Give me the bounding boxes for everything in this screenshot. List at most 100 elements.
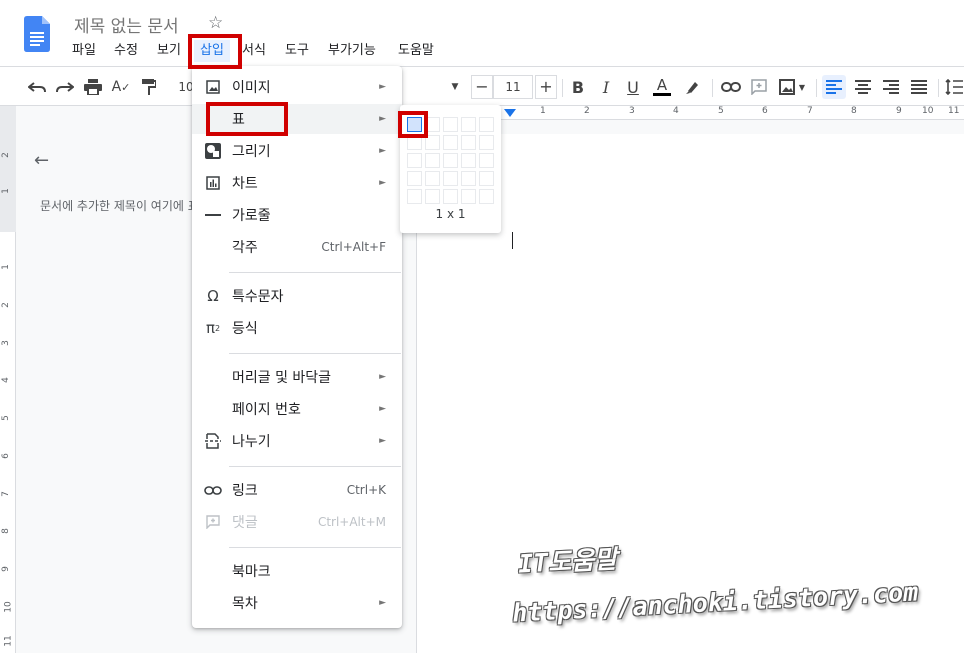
undo-icon[interactable] xyxy=(26,75,48,99)
comment-add-icon[interactable] xyxy=(748,75,770,99)
link-icon[interactable] xyxy=(720,75,742,99)
menu-item-comment[interactable]: 댓글 Ctrl+Alt+M xyxy=(192,507,402,537)
toolbar-divider xyxy=(712,79,713,97)
outline-hint-text: 문서에 추가한 제목이 여기에 표시됩니다. xyxy=(40,199,192,213)
table-grid-cell[interactable] xyxy=(461,153,476,168)
image-icon xyxy=(204,78,222,96)
paint-format-icon[interactable] xyxy=(138,75,160,99)
app-header: 제목 없는 문서 ☆ 파일 수정 보기 삽입 서식 도구 부가기능 도움말 xyxy=(0,0,964,66)
menu-item-table-of-contents[interactable]: 목차 ► xyxy=(192,588,402,618)
table-grid-cell[interactable] xyxy=(425,189,440,204)
decrease-font-size-button[interactable]: − xyxy=(471,75,493,99)
menu-addons[interactable]: 부가기능 xyxy=(322,40,382,62)
page-break-icon xyxy=(204,432,222,450)
ruler-number: 2 xyxy=(0,302,11,308)
table-grid-cell[interactable] xyxy=(443,135,458,150)
menu-view[interactable]: 보기 xyxy=(151,40,187,62)
ruler-number: 11 xyxy=(3,635,14,647)
table-grid-cell[interactable] xyxy=(461,189,476,204)
menu-item-bookmark[interactable]: 북마크 xyxy=(192,556,402,586)
menu-item-horizontal-line[interactable]: 가로줄 xyxy=(192,200,402,230)
print-icon[interactable] xyxy=(82,75,104,99)
align-justify-icon[interactable] xyxy=(908,75,930,99)
menu-item-label: 그리기 xyxy=(232,144,271,160)
ruler-number: 1 xyxy=(0,188,11,194)
table-grid-cell[interactable] xyxy=(443,153,458,168)
chart-icon xyxy=(204,174,222,192)
ruler-number: 8 xyxy=(0,528,11,534)
menu-item-table[interactable]: 표 ► xyxy=(192,104,402,134)
increase-font-size-button[interactable]: + xyxy=(535,75,557,99)
menu-item-image[interactable]: 이미지 ► xyxy=(192,72,402,102)
text-color-button[interactable]: A xyxy=(651,75,673,99)
menu-item-chart[interactable]: 차트 ► xyxy=(192,168,402,198)
table-grid-cell[interactable] xyxy=(479,153,494,168)
ruler-number: 4 xyxy=(673,106,679,116)
ruler-number: 7 xyxy=(0,491,11,497)
align-right-icon[interactable] xyxy=(880,75,902,99)
table-size-picker: 1 x 1 xyxy=(400,105,501,233)
ruler-margin-shade xyxy=(0,106,16,232)
table-grid-cell[interactable] xyxy=(461,171,476,186)
menu-item-link[interactable]: 링크 Ctrl+K xyxy=(192,475,402,505)
menu-item-break[interactable]: 나누기 ► xyxy=(192,426,402,456)
back-arrow-icon[interactable]: ← xyxy=(34,150,49,171)
vertical-ruler[interactable]: 2 1 1 2 3 4 5 6 7 8 9 10 11 xyxy=(0,106,16,653)
font-dropdown-arrow-icon[interactable]: ▼ xyxy=(448,75,462,99)
ruler-number: 7 xyxy=(807,106,813,116)
ruler-number: 6 xyxy=(0,453,11,459)
menu-item-label: 차트 xyxy=(232,176,258,192)
menu-item-footnote[interactable]: 각주 Ctrl+Alt+F xyxy=(192,232,402,262)
italic-button[interactable]: I xyxy=(596,75,616,99)
table-grid-cell[interactable] xyxy=(479,117,494,132)
ruler-number: 2 xyxy=(0,152,11,158)
ruler-number: 9 xyxy=(896,106,902,116)
star-icon[interactable]: ☆ xyxy=(208,13,223,33)
align-left-icon[interactable] xyxy=(822,75,846,99)
table-grid-cell[interactable] xyxy=(407,117,422,132)
table-grid-cell[interactable] xyxy=(407,171,422,186)
menu-insert[interactable]: 삽입 xyxy=(194,40,230,62)
menu-format[interactable]: 서식 xyxy=(236,40,272,62)
table-grid-cell[interactable] xyxy=(479,189,494,204)
menu-item-drawing[interactable]: 그리기 ► xyxy=(192,136,402,166)
table-grid-cell[interactable] xyxy=(479,171,494,186)
table-grid-cell[interactable] xyxy=(425,135,440,150)
line-spacing-icon[interactable] xyxy=(944,75,964,99)
menu-item-header-footer[interactable]: 머리글 및 바닥글 ► xyxy=(192,362,402,392)
align-center-icon[interactable] xyxy=(852,75,874,99)
insert-image-icon[interactable]: ▼ xyxy=(776,75,808,99)
table-grid-cell[interactable] xyxy=(425,153,440,168)
submenu-arrow-icon: ► xyxy=(379,404,386,414)
indent-marker-icon[interactable] xyxy=(504,109,516,117)
redo-icon[interactable] xyxy=(54,75,76,99)
table-grid-cell[interactable] xyxy=(479,135,494,150)
table-grid-cell[interactable] xyxy=(443,117,458,132)
menu-edit[interactable]: 수정 xyxy=(108,40,144,62)
bold-button[interactable]: B xyxy=(568,75,588,99)
table-grid-cell[interactable] xyxy=(407,135,422,150)
menu-tools[interactable]: 도구 xyxy=(279,40,315,62)
google-docs-logo[interactable] xyxy=(24,16,50,52)
menu-item-label: 링크 xyxy=(232,483,258,499)
underline-button[interactable]: U xyxy=(623,75,643,99)
submenu-arrow-icon: ► xyxy=(379,114,386,124)
table-grid-cell[interactable] xyxy=(443,189,458,204)
menu-item-equation[interactable]: π2 등식 xyxy=(192,313,402,343)
table-grid-cell[interactable] xyxy=(443,171,458,186)
document-title[interactable]: 제목 없는 문서 xyxy=(74,12,179,37)
menu-item-special-characters[interactable]: Ω 특수문자 xyxy=(192,281,402,311)
menu-file[interactable]: 파일 xyxy=(66,40,102,62)
menu-help[interactable]: 도움말 xyxy=(392,40,440,62)
table-grid-cell[interactable] xyxy=(461,135,476,150)
table-grid-cell[interactable] xyxy=(425,171,440,186)
menu-item-page-numbers[interactable]: 페이지 번호 ► xyxy=(192,394,402,424)
spellcheck-icon[interactable]: A ✓ xyxy=(110,75,132,99)
highlight-pen-icon[interactable] xyxy=(682,75,704,99)
table-grid-cell[interactable] xyxy=(425,117,440,132)
font-size-input[interactable]: 11 xyxy=(493,75,533,99)
ruler-number: 1 xyxy=(540,106,546,116)
table-grid-cell[interactable] xyxy=(407,189,422,204)
table-grid-cell[interactable] xyxy=(461,117,476,132)
table-grid-cell[interactable] xyxy=(407,153,422,168)
